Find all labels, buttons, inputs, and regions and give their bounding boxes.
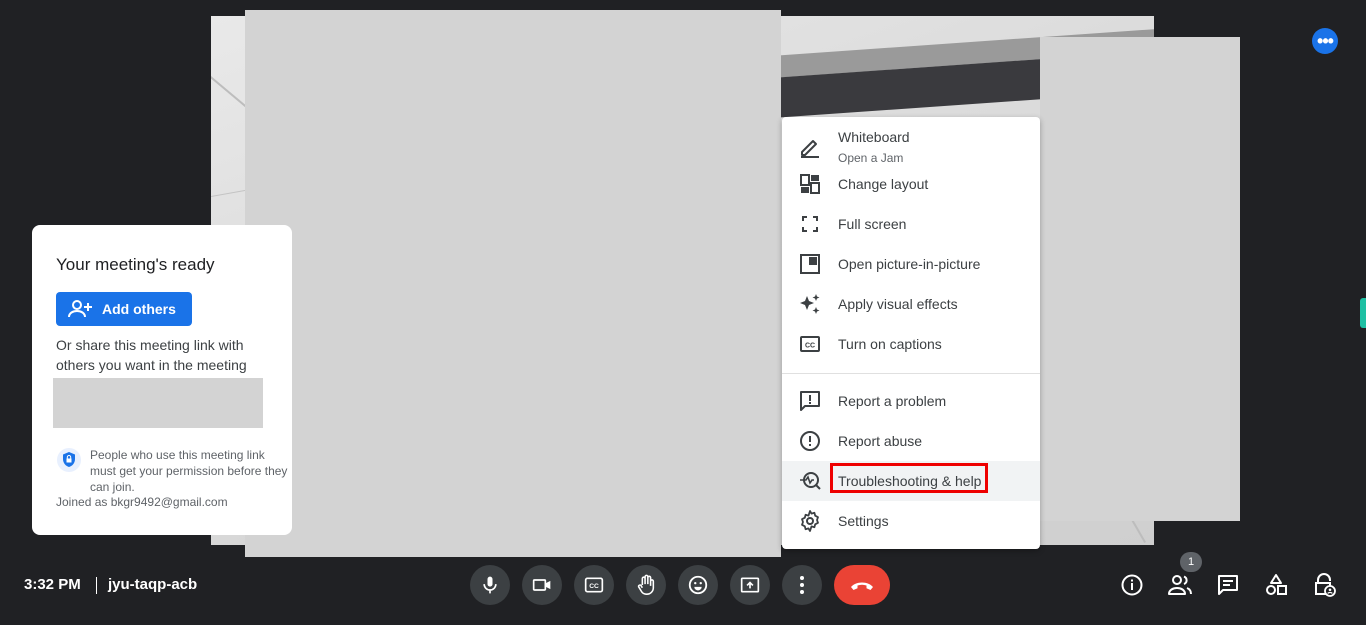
- feedback-icon: [800, 391, 820, 411]
- captions-icon: CC: [584, 577, 604, 593]
- meeting-details-button[interactable]: [1119, 572, 1145, 598]
- menu-item-label: Settings: [838, 513, 889, 529]
- menu-item-sublabel: Open a Jam: [838, 151, 904, 165]
- meeting-code: jyu-taqp-acb: [108, 576, 198, 593]
- menu-item-change-layout[interactable]: Change layout: [782, 164, 1040, 204]
- menu-item-settings[interactable]: Settings: [782, 501, 1040, 541]
- mic-icon: [483, 576, 497, 594]
- meeting-link-box-redacted[interactable]: [53, 378, 263, 428]
- add-others-label: Add others: [102, 301, 176, 317]
- add-person-icon: [68, 300, 92, 318]
- menu-item-label: Whiteboard: [838, 129, 910, 145]
- host-controls-button[interactable]: [1311, 572, 1337, 598]
- participant-video-redacted-right: [1040, 37, 1240, 521]
- menu-item-label: Turn on captions: [838, 336, 942, 352]
- fullscreen-icon: [802, 216, 818, 232]
- svg-text:CC: CC: [589, 583, 599, 590]
- captions-icon: CC: [800, 336, 820, 352]
- menu-item-label: Open picture-in-picture: [838, 256, 981, 272]
- participant-count-badge: 1: [1180, 552, 1202, 572]
- share-link-text: Or share this meeting link with others y…: [56, 337, 247, 373]
- menu-item-label: Full screen: [838, 216, 907, 232]
- menu-item-label: Troubleshooting & help: [838, 473, 982, 489]
- clock-time: 3:32 PM: [24, 576, 81, 593]
- more-vert-icon: [800, 576, 804, 594]
- more-options-button[interactable]: •••: [1312, 28, 1338, 54]
- raise-hand-icon: [637, 574, 655, 595]
- menu-item-report-abuse[interactable]: Report abuse: [782, 421, 1040, 461]
- camera-icon: [532, 579, 551, 591]
- info-icon: [1121, 574, 1143, 596]
- emoji-icon: [688, 575, 708, 595]
- picture-in-picture-icon: [800, 254, 820, 274]
- svg-text:CC: CC: [805, 343, 815, 350]
- meeting-ready-card: Your meeting's ready Add others Or share…: [32, 225, 292, 535]
- card-title: Your meeting's ready: [56, 255, 215, 274]
- participant-video-redacted: [245, 10, 781, 557]
- shapes-icon: [1266, 574, 1287, 595]
- gear-icon: [801, 510, 819, 532]
- menu-item-label: Report abuse: [838, 433, 923, 449]
- menu-item-label: Report a problem: [838, 393, 947, 409]
- emoji-button[interactable]: [678, 565, 718, 605]
- menu-item-full-screen[interactable]: Full screen: [782, 204, 1040, 244]
- people-button[interactable]: [1167, 572, 1193, 598]
- menu-item-captions[interactable]: CC Turn on captions: [782, 324, 1040, 364]
- chat-button[interactable]: [1215, 572, 1241, 598]
- raise-hand-button[interactable]: [626, 565, 666, 605]
- menu-item-visual-effects[interactable]: Apply visual effects: [782, 284, 1040, 324]
- activities-button[interactable]: [1263, 572, 1289, 598]
- mic-button[interactable]: [470, 565, 510, 605]
- present-screen-icon: [740, 577, 760, 593]
- sparkle-icon: [800, 294, 820, 314]
- more-options-menu: Whiteboard Open a Jam Change layout Full…: [782, 117, 1040, 549]
- lock-person-icon: [1315, 573, 1336, 597]
- add-others-button[interactable]: Add others: [56, 292, 192, 326]
- present-button[interactable]: [730, 565, 770, 605]
- joined-as-text: Joined as bkgr9492@gmail.com: [56, 495, 228, 509]
- menu-item-report-problem[interactable]: Report a problem: [782, 381, 1040, 421]
- menu-item-label: Apply visual effects: [838, 296, 958, 312]
- report-icon: [800, 431, 820, 451]
- leave-call-button[interactable]: [834, 565, 890, 605]
- more-horiz-icon: •••: [1317, 31, 1334, 51]
- troubleshoot-icon: [800, 472, 821, 490]
- menu-item-label: Change layout: [838, 176, 929, 192]
- more-options-bottom-button[interactable]: [782, 565, 822, 605]
- divider: [96, 577, 97, 594]
- menu-item-troubleshooting[interactable]: Troubleshooting & help: [782, 461, 1040, 501]
- menu-item-picture-in-picture[interactable]: Open picture-in-picture: [782, 244, 1040, 284]
- people-icon: [1168, 575, 1192, 595]
- side-panel-tab[interactable]: [1360, 298, 1366, 328]
- camera-button[interactable]: [522, 565, 562, 605]
- pencil-icon: [801, 140, 819, 158]
- permission-note: People who use this meeting link must ge…: [90, 448, 288, 494]
- layout-icon: [800, 174, 820, 194]
- captions-button[interactable]: CC: [574, 565, 614, 605]
- chat-icon: [1218, 575, 1238, 595]
- shield-icon: [56, 447, 82, 478]
- hang-up-icon: [851, 582, 873, 590]
- menu-divider: [782, 373, 1040, 374]
